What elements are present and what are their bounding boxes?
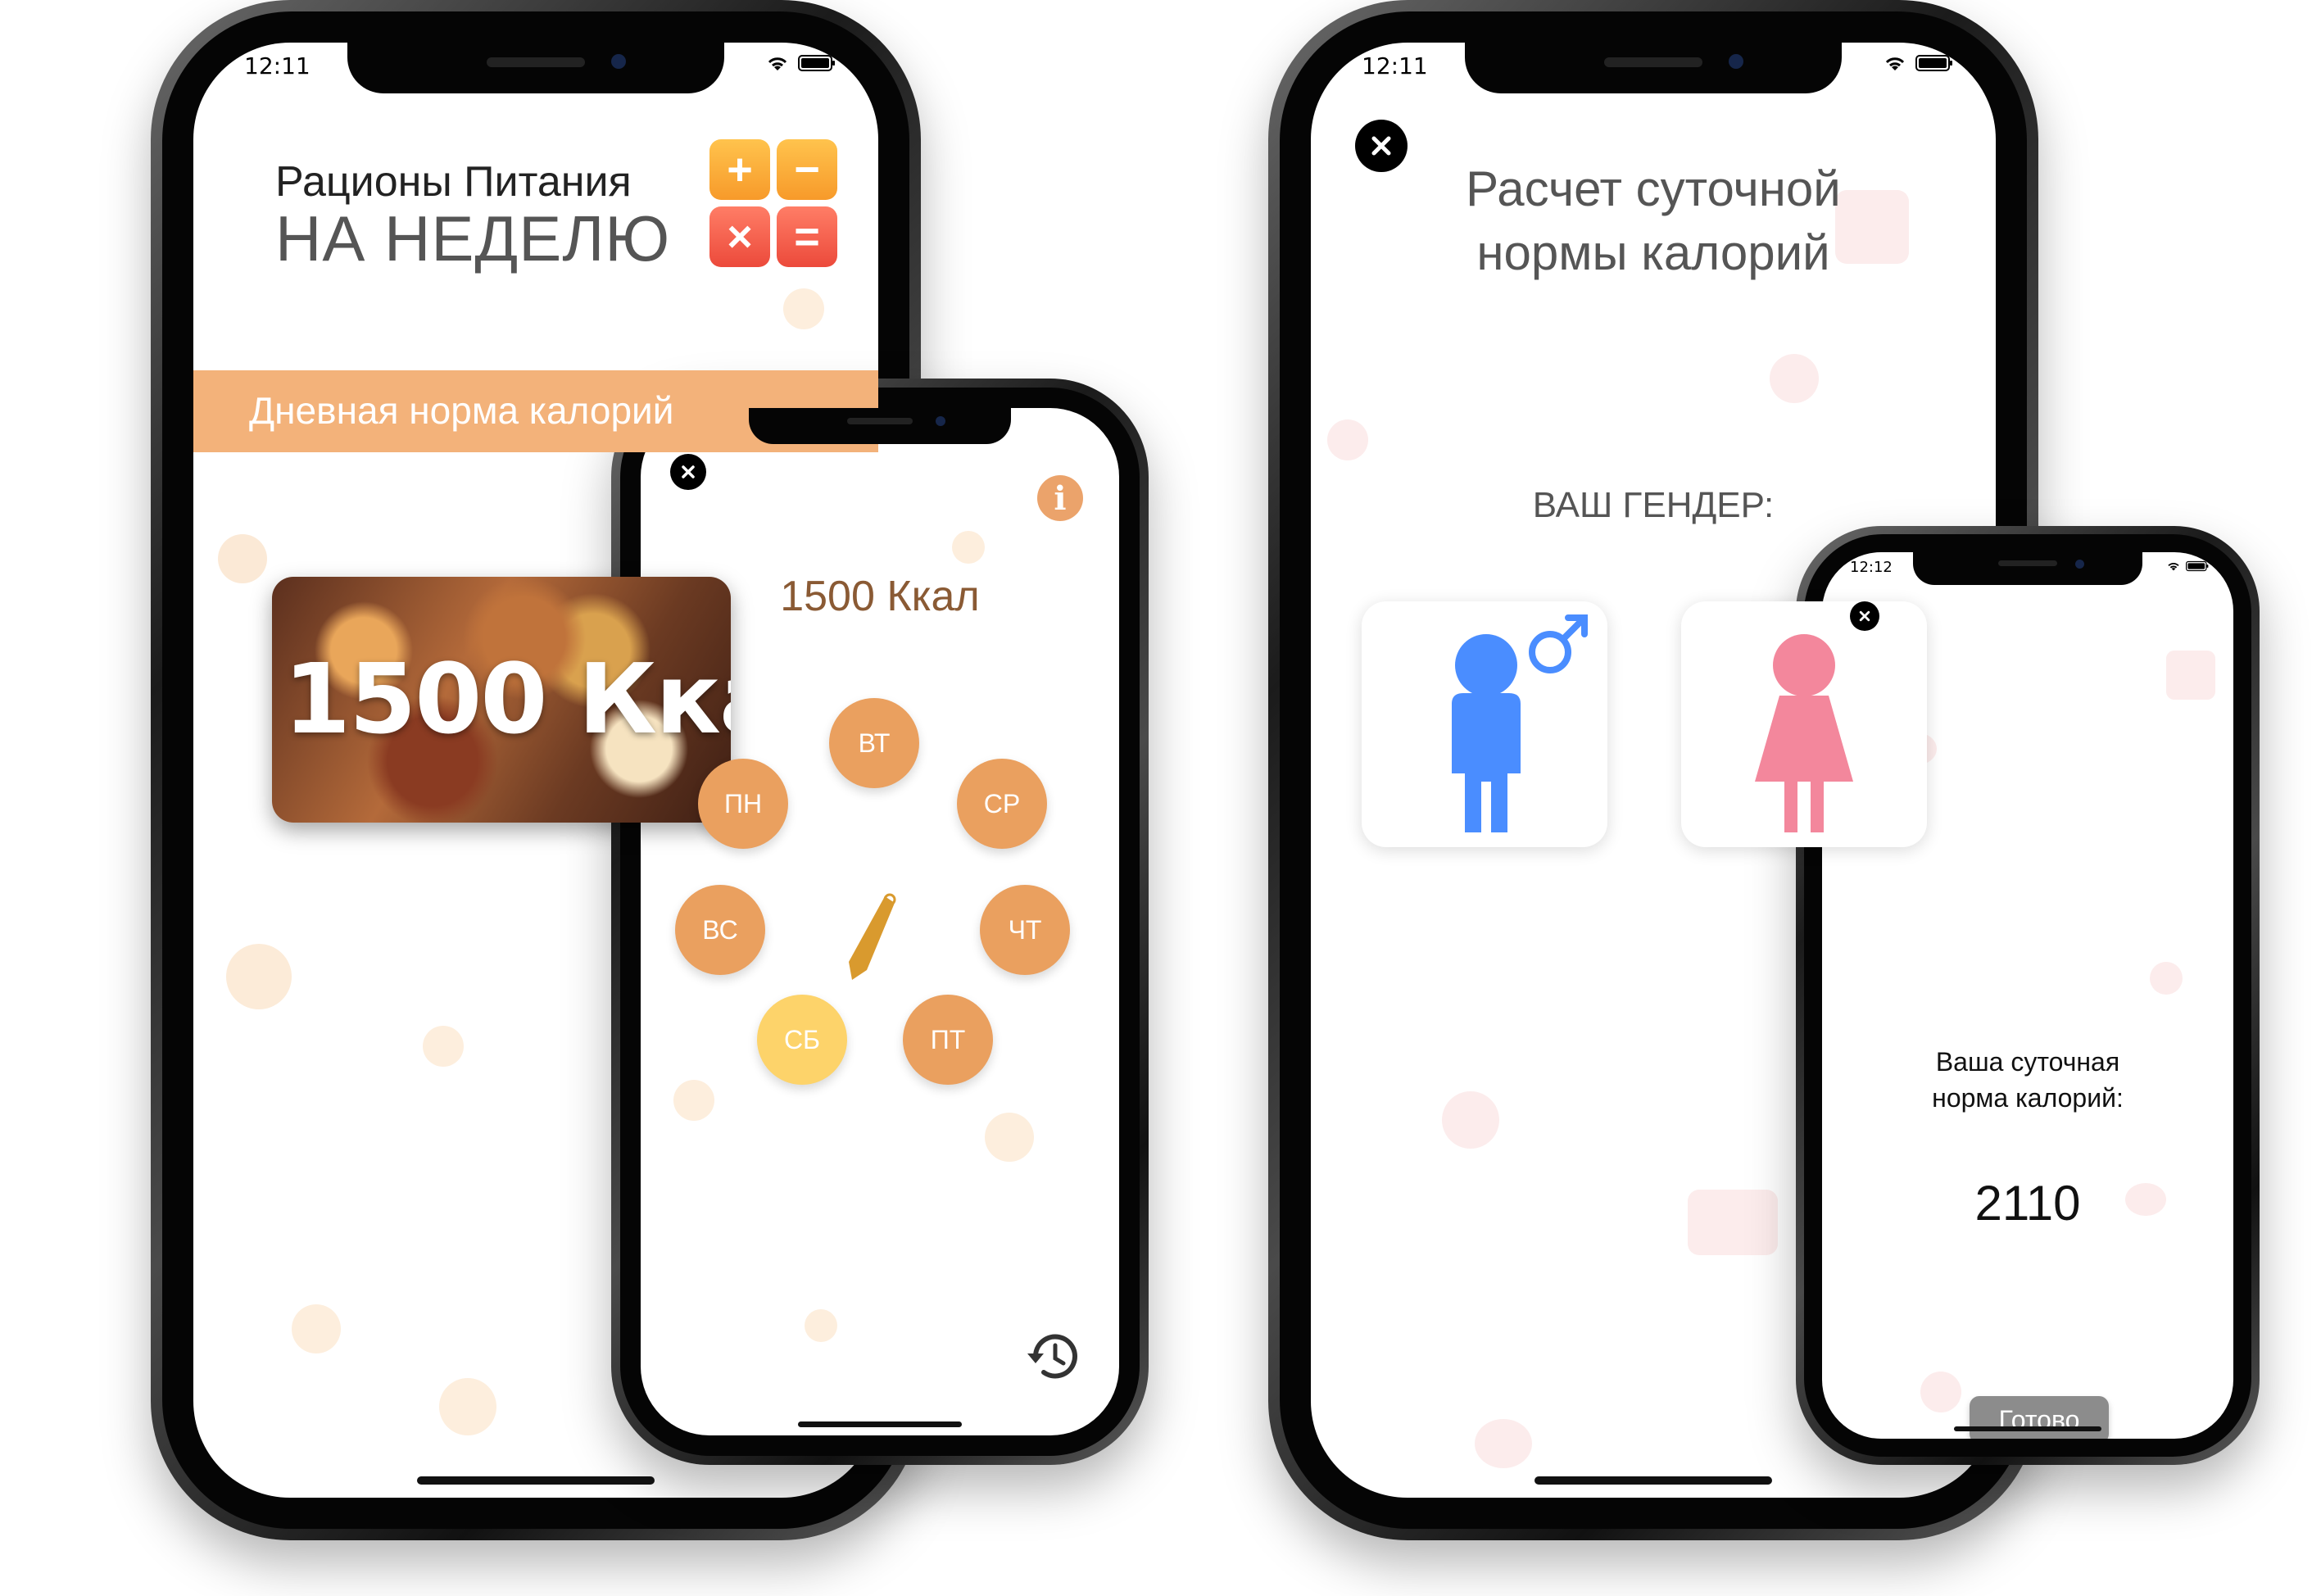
status-icons [2166, 560, 2209, 572]
close-button[interactable] [1850, 601, 1879, 631]
equals-icon: = [777, 206, 837, 267]
home-indicator [417, 1476, 655, 1485]
plus-icon: + [709, 139, 770, 200]
minus-icon: − [777, 139, 837, 200]
home-indicator [1954, 1426, 2101, 1431]
status-icons [1883, 54, 1953, 72]
gender-label: ВАШ ГЕНДЕР: [1532, 485, 1775, 525]
battery-icon [1915, 55, 1952, 71]
battery-icon [2186, 560, 2209, 572]
day-button-sun[interactable]: ВС [675, 885, 765, 975]
calorie-calc-title: Расчет суточной нормы калорий [1311, 157, 1996, 285]
status-icons [765, 54, 836, 72]
status-time: 12:12 [1850, 559, 1893, 576]
status-time: 12:11 [1362, 52, 1428, 79]
close-button[interactable] [670, 454, 706, 490]
day-button-thu[interactable]: ЧТ [980, 885, 1070, 975]
title-line1: Расчет суточной [1466, 161, 1841, 216]
calorie-result-value: 2110 [1974, 1176, 2081, 1231]
battery-icon [798, 55, 835, 71]
diet-card-label: 1500 Ккал [283, 642, 731, 755]
day-pointer-icon [849, 893, 896, 980]
result-label: Ваша суточная норма калорий: [1822, 1044, 2233, 1116]
phone-day-selector: i 1500 Ккал ПН ВТ СР ЧТ ПТ СБ ВС [611, 379, 1149, 1465]
info-button[interactable]: i [1037, 475, 1083, 521]
calorie-title: 1500 Ккал [780, 573, 980, 620]
home-indicator [1534, 1476, 1772, 1485]
result-label-line1: Ваша суточная [1935, 1047, 2120, 1077]
result-label-line2: норма калорий: [1932, 1083, 2124, 1113]
history-icon[interactable] [1024, 1326, 1086, 1388]
female-person-icon [1755, 634, 1853, 832]
day-button-tue[interactable]: ВТ [829, 698, 919, 788]
notch [1465, 43, 1842, 93]
calculator-button[interactable]: + − × = [709, 139, 837, 267]
notch [1913, 552, 2142, 585]
screen-day-selector: i 1500 Ккал ПН ВТ СР ЧТ ПТ СБ ВС [641, 408, 1119, 1435]
banner-text: Дневная норма калорий [249, 389, 674, 432]
notch [347, 43, 724, 93]
app-title: Рационы Питания НА НЕДЕЛЮ [275, 157, 670, 276]
day-button-sat[interactable]: СБ [757, 995, 847, 1085]
background-food-pattern [218, 534, 267, 583]
wifi-icon [768, 57, 787, 70]
day-button-fri[interactable]: ПТ [903, 995, 993, 1085]
status-time: 12:11 [244, 52, 311, 79]
day-button-wed[interactable]: СР [957, 759, 1047, 849]
wifi-icon [2168, 562, 2179, 571]
wifi-icon [1885, 57, 1905, 70]
multiply-icon: × [709, 206, 770, 267]
male-gender-button[interactable] [1362, 601, 1607, 847]
close-icon [1859, 610, 1870, 622]
home-indicator [798, 1421, 962, 1427]
female-gender-button[interactable] [1681, 601, 1927, 847]
day-button-mon[interactable]: ПН [698, 759, 788, 849]
app-title-line2: НА НЕДЕЛЮ [275, 202, 671, 274]
notch [749, 408, 1011, 444]
male-person-icon [1452, 614, 1588, 832]
background-food-pattern [2166, 651, 2215, 700]
close-button[interactable] [1355, 120, 1408, 172]
close-icon [1371, 136, 1391, 156]
app-title-line1: Рационы Питания [275, 158, 632, 206]
done-button[interactable]: Готово [1970, 1396, 2109, 1439]
title-line2: нормы калорий [1476, 225, 1830, 280]
close-icon [682, 465, 695, 478]
